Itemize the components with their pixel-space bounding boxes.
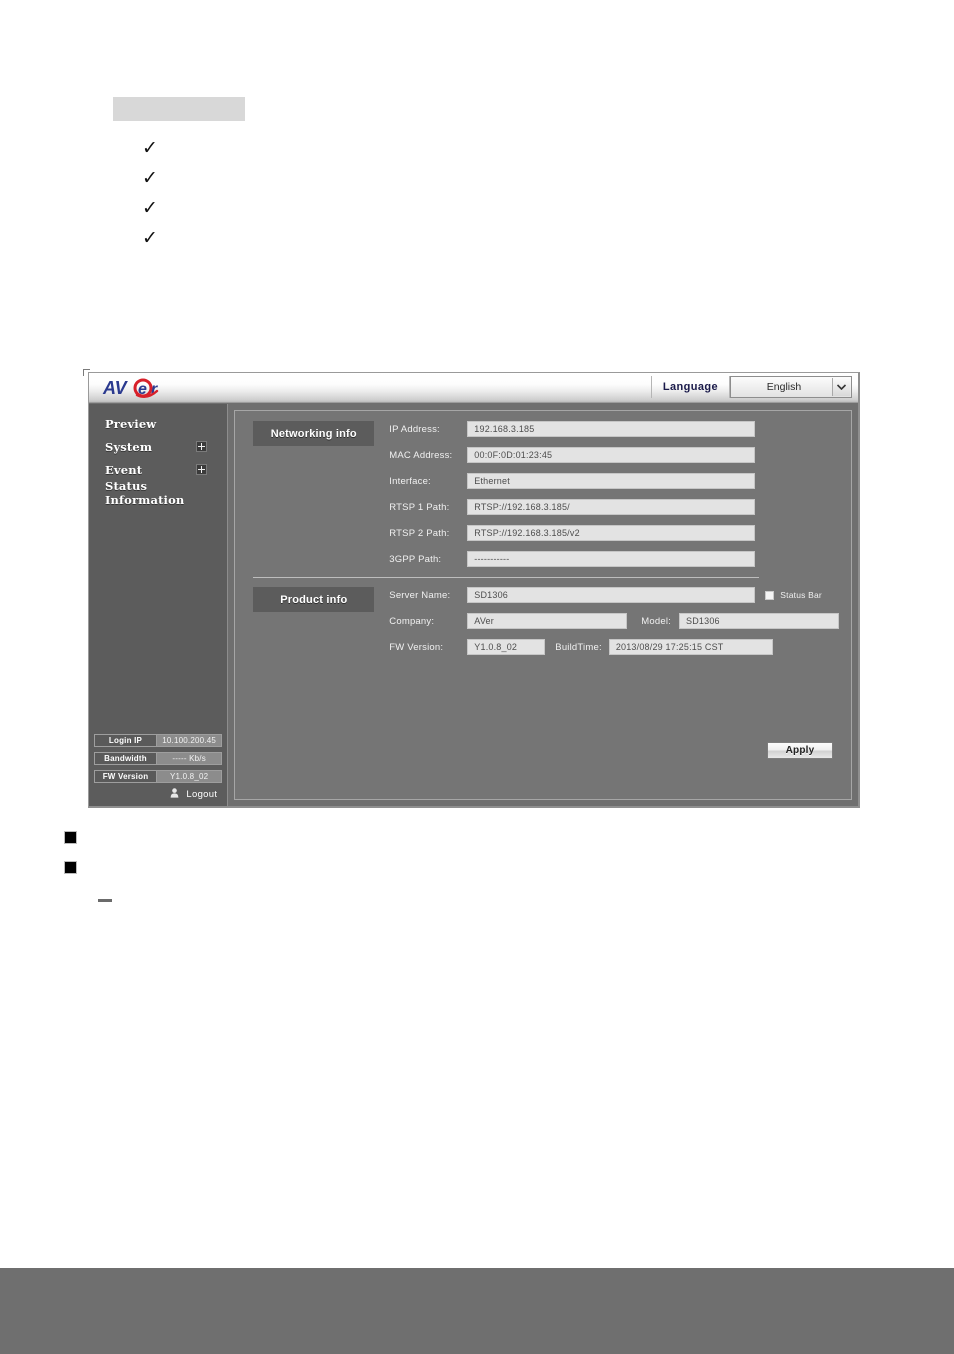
sidebar-nav: Preview System Event Status Information xyxy=(89,404,227,734)
field-mac-address: MAC Address: 00:0F:0D:01:23:45 xyxy=(389,447,839,463)
status-key: Login IP xyxy=(95,735,157,746)
field-company-model: Company: AVer Model: SD1306 xyxy=(389,613,839,629)
checkmark-icon: ✓ xyxy=(142,137,158,159)
field-value: Ethernet xyxy=(467,473,756,489)
status-row-bandwidth: Bandwidth ----- Kb/s xyxy=(94,752,223,765)
sidebar-status-panel: Login IP 10.100.200.45 Bandwidth ----- K… xyxy=(89,734,227,788)
square-bullet-icon xyxy=(64,831,77,844)
logout-button[interactable]: Logout xyxy=(89,788,227,806)
sidebar-item-label: System xyxy=(105,439,153,454)
sidebar-item-system[interactable]: System xyxy=(89,435,227,458)
field-label: RTSP 2 Path: xyxy=(389,527,450,539)
user-icon xyxy=(170,785,179,803)
status-key: FW Version xyxy=(95,771,157,782)
field-rtsp-1-path: RTSP 1 Path: RTSP://192.168.3.185/ xyxy=(389,499,839,515)
status-bar-checkbox-group[interactable]: Status Bar xyxy=(765,590,822,600)
status-bar-label: Status Bar xyxy=(780,590,822,600)
aver-logo: AV e r xyxy=(101,375,187,401)
content-panel: Networking info IP Address: 192.168.3.18… xyxy=(234,410,852,800)
status-value: 10.100.200.45 xyxy=(162,736,217,745)
sidebar-item-label: Event xyxy=(105,462,143,477)
status-row-login-ip: Login IP 10.100.200.45 xyxy=(94,734,223,747)
field-label: RTSP 1 Path: xyxy=(389,501,450,513)
field-label: Company: xyxy=(389,615,435,627)
field-rtsp-2-path: RTSP 2 Path: RTSP://192.168.3.185/v2 xyxy=(389,525,839,541)
product-info-badge: Product info xyxy=(253,587,375,612)
square-bullet-icon xyxy=(64,861,77,874)
networking-info-badge: Networking info xyxy=(253,421,375,446)
field-value: 192.168.3.185 xyxy=(467,421,756,437)
field-value: 00:0F:0D:01:23:45 xyxy=(467,447,756,463)
page-footer-band xyxy=(0,1268,954,1354)
product-fields: Server Name: SD1306 Status Bar Company: … xyxy=(389,587,839,655)
status-key: Bandwidth xyxy=(95,753,157,764)
web-ui-window: AV e r Language English Preview System E… xyxy=(88,372,860,808)
apply-button[interactable]: Apply xyxy=(767,742,833,759)
checkmark-icon: ✓ xyxy=(142,167,158,189)
language-control: Language English xyxy=(650,376,852,398)
sidebar: Preview System Event Status Information xyxy=(89,404,229,806)
field-label: 3GPP Path: xyxy=(389,553,442,565)
field-value: ----------- xyxy=(467,551,756,567)
svg-text:AV: AV xyxy=(102,378,129,398)
chevron-down-icon[interactable] xyxy=(832,378,850,396)
company-value: AVer xyxy=(467,613,628,629)
status-row-fw-version: FW Version Y1.0.8_02 xyxy=(94,770,223,783)
logout-label: Logout xyxy=(186,788,218,800)
fw-version-value: Y1.0.8_02 xyxy=(467,639,546,655)
app-body: Preview System Event Status Information xyxy=(89,404,858,806)
field-fw-version-buildtime: FW Version: Y1.0.8_02 BuildTime: 2013/08… xyxy=(389,639,839,655)
field-value: RTSP://192.168.3.185/v2 xyxy=(467,525,756,541)
model-label: Model: xyxy=(641,615,671,627)
dash-bullet-icon xyxy=(98,899,112,902)
field-interface: Interface: Ethernet xyxy=(389,473,839,489)
status-value: ----- Kb/s xyxy=(172,754,206,763)
model-value: SD1306 xyxy=(679,613,839,629)
sidebar-item-label: Preview xyxy=(105,416,157,431)
section-product-info: Product info Server Name: SD1306 Status … xyxy=(247,587,839,655)
networking-fields: IP Address: 192.168.3.185 MAC Address: 0… xyxy=(389,421,839,567)
field-server-name: Server Name: SD1306 Status Bar xyxy=(389,587,839,603)
expand-plus-icon[interactable] xyxy=(196,441,208,452)
doc-heading-block xyxy=(113,97,245,121)
build-time-value: 2013/08/29 17:25:15 CST xyxy=(608,639,773,655)
checkmark-icon: ✓ xyxy=(142,227,158,249)
server-name-input[interactable]: SD1306 xyxy=(467,587,756,603)
section-divider xyxy=(253,577,760,578)
app-header: AV e r Language English xyxy=(89,373,858,403)
sidebar-item-label: Status Information xyxy=(105,478,185,507)
field-value: RTSP://192.168.3.185/ xyxy=(467,499,756,515)
section-networking-info: Networking info IP Address: 192.168.3.18… xyxy=(247,421,839,567)
field-label: MAC Address: xyxy=(389,449,453,461)
status-bar-checkbox[interactable] xyxy=(765,590,775,600)
field-label: Server Name: xyxy=(389,589,451,601)
checkmark-icon: ✓ xyxy=(142,197,158,219)
sidebar-item-preview[interactable]: Preview xyxy=(89,412,227,435)
build-time-label: BuildTime: xyxy=(555,641,602,653)
field-ip-address: IP Address: 192.168.3.185 xyxy=(389,421,839,437)
language-select[interactable]: English xyxy=(730,376,852,398)
expand-plus-icon[interactable] xyxy=(196,464,208,475)
language-label: Language xyxy=(650,376,730,398)
status-value: Y1.0.8_02 xyxy=(170,772,209,781)
sidebar-item-status-information[interactable]: Status Information xyxy=(89,478,227,507)
field-3gpp-path: 3GPP Path: ----------- xyxy=(389,551,839,567)
field-label: FW Version: xyxy=(389,641,444,653)
page-canvas: ✓ ✓ ✓ ✓ AV e r Language English Preview … xyxy=(0,0,954,1354)
field-label: IP Address: xyxy=(389,423,440,435)
content-area: Networking info IP Address: 192.168.3.18… xyxy=(228,404,858,806)
field-label: Interface: xyxy=(389,475,431,487)
